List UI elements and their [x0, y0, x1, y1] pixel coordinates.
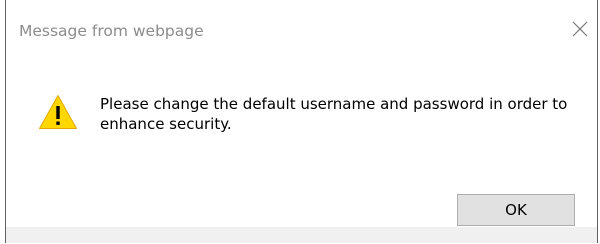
dialog-title-bar[interactable]: Message from webpage [6, 0, 597, 60]
dialog-message: Please change the default username and p… [100, 95, 568, 133]
warning-icon [39, 95, 77, 129]
dialog-footer [6, 227, 597, 243]
close-icon [572, 21, 588, 37]
close-button[interactable] [563, 12, 597, 46]
dialog-title: Message from webpage [19, 22, 204, 40]
ok-button[interactable]: OK [457, 194, 575, 226]
dialog-content: Please change the default username and p… [6, 60, 597, 180]
